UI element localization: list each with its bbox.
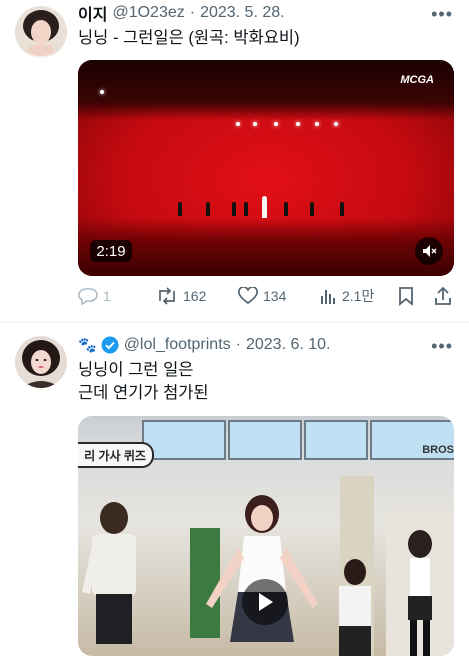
tweet-text: 닝닝 - 그런일은 (원곡: 박화요비): [78, 29, 300, 47]
stage-light: [315, 122, 319, 126]
tweet-date[interactable]: 2023. 6. 10.: [246, 336, 331, 354]
like-button[interactable]: 134: [238, 286, 286, 306]
stage-light: [100, 90, 104, 94]
dancer-figure: [340, 202, 344, 216]
dancer-figure: [284, 202, 288, 216]
separator-dot: ·: [189, 4, 196, 21]
dancer-figure: [244, 202, 248, 216]
tweet-text-line-1: 닝닝이 그런 일은: [78, 361, 194, 379]
avatar[interactable]: [15, 336, 67, 388]
tweet-text-line-2: 근데 연기가 첨가된: [78, 384, 209, 402]
more-icon[interactable]: •••: [431, 4, 453, 25]
stage-light: [296, 122, 300, 126]
verified-badge-icon: [101, 336, 119, 354]
action-bar: 1 162 134 2.1만: [78, 286, 454, 306]
mute-icon[interactable]: [415, 237, 443, 265]
stage-ceiling: [78, 60, 454, 120]
tweet-2[interactable]: 🐾 @lol_footprints · 2023. 6. 10. ••• 닝닝이…: [0, 322, 469, 656]
stage-light: [334, 122, 338, 126]
retweet-button[interactable]: 162: [156, 286, 206, 306]
user-handle[interactable]: @lol_footprints: [124, 336, 231, 354]
bookmark-button[interactable]: [398, 286, 419, 306]
views-button[interactable]: 2.1만: [319, 286, 374, 306]
dancer-figure: [232, 202, 236, 216]
dancer-figure: [310, 202, 314, 216]
performer-left: [82, 502, 136, 644]
video-player[interactable]: MCGA 2:19: [78, 60, 454, 276]
tweet-1[interactable]: 이지 @1O23ez · 2023. 5. 28. ••• 닝닝 - 그런일은 …: [0, 0, 469, 322]
share-icon: [435, 286, 451, 305]
view-count: 2.1만: [342, 288, 375, 304]
display-name[interactable]: 이지: [78, 1, 107, 25]
reply-icon: [78, 288, 98, 305]
like-icon: [238, 287, 258, 305]
play-icon[interactable]: [242, 579, 288, 625]
tweet-date[interactable]: 2023. 5. 28.: [200, 4, 285, 22]
standee-poster: [386, 510, 454, 656]
video-player[interactable]: 리 가사 퀴즈 BROS: [78, 416, 454, 656]
avatar[interactable]: [15, 6, 67, 58]
separator-dot: ·: [235, 336, 241, 353]
performer-right: [339, 559, 371, 656]
reply-count: 1: [103, 288, 111, 304]
user-handle[interactable]: @1O23ez: [112, 4, 184, 22]
stage-light: [253, 122, 257, 126]
more-icon[interactable]: •••: [431, 336, 453, 357]
tweet-header: 이지 @1O23ez · 2023. 5. 28.: [78, 2, 285, 24]
views-icon: [321, 290, 335, 304]
tweet-header: 🐾 @lol_footprints · 2023. 6. 10.: [78, 334, 331, 356]
dancer-figure: [206, 202, 210, 216]
stage-floor: [78, 218, 454, 276]
dancer-figure: [178, 202, 182, 216]
video-duration: 2:19: [90, 240, 132, 262]
set-window: [142, 420, 226, 460]
set-window: [304, 420, 368, 460]
retweet-count: 162: [183, 288, 207, 304]
reply-button[interactable]: 1: [78, 286, 111, 306]
like-count: 134: [263, 288, 287, 304]
retweet-icon: [159, 287, 175, 305]
show-caption: 리 가사 퀴즈: [78, 442, 154, 468]
set-window: [228, 420, 302, 460]
show-logo: BROS: [422, 444, 454, 456]
share-button[interactable]: [434, 286, 457, 306]
paw-emoji-icon[interactable]: 🐾: [78, 336, 97, 354]
center-performer: [262, 196, 267, 218]
stage-light: [236, 122, 240, 126]
stage-light: [274, 122, 278, 126]
tweet-text: 닝닝이 그런 일은 근데 연기가 첨가된: [78, 359, 209, 405]
channel-logo: MCGA: [400, 74, 434, 86]
bookmark-icon: [399, 287, 413, 306]
